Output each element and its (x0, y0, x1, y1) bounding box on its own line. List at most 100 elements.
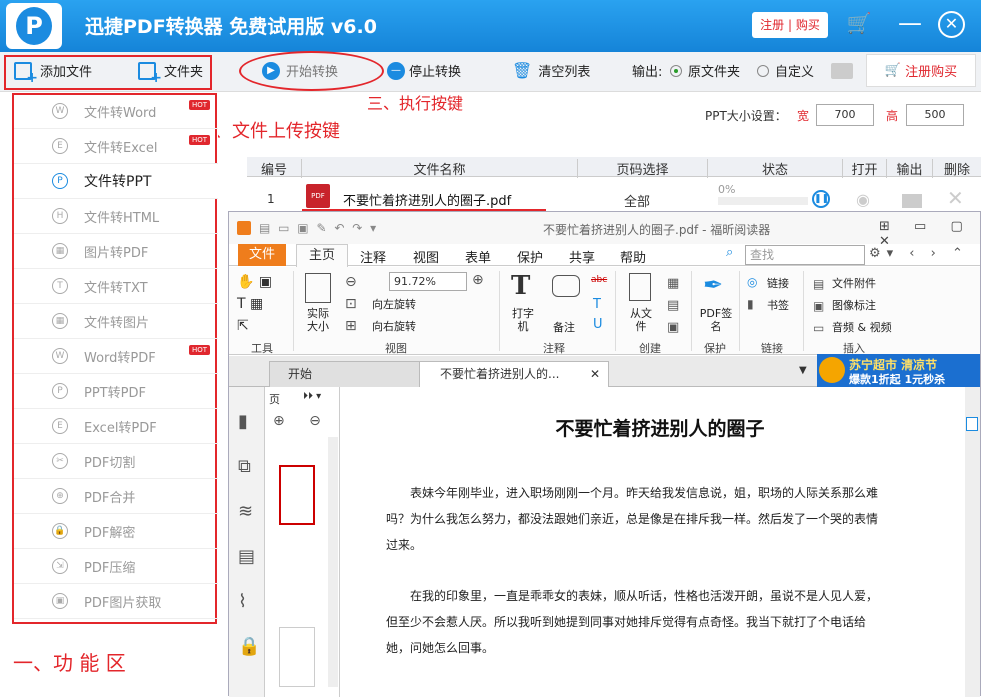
paragraph-1: 表妹今年刚毕业，进入职场刚刚一个月。昨天给我发信息说，姐，职场的人际关系那么难吗… (386, 486, 879, 552)
output-custom-radio[interactable]: 自定义 (757, 61, 814, 80)
trash-icon: 🗑 (512, 61, 533, 80)
sidebar-item[interactable]: ▣ PDF图片获取 (14, 584, 218, 619)
actual-size-icon[interactable] (305, 273, 331, 303)
scroll-thumb[interactable] (966, 417, 978, 431)
menu-view[interactable]: 视图 (413, 247, 439, 266)
cart-icon[interactable]: 🛒 (842, 10, 876, 36)
page-selection[interactable]: 全部 (624, 191, 650, 210)
reader-title: 不要忙着挤进别人的圈子.pdf - 福昕阅读器 (543, 223, 771, 237)
height-input[interactable]: 500 (906, 104, 964, 126)
tab-start[interactable]: 开始 (269, 361, 421, 387)
width-input[interactable]: 700 (816, 104, 874, 126)
col-output: 输出 (886, 159, 932, 178)
sidebar-item-label: PDF解密 (84, 525, 136, 541)
execute-highlight-ellipse (239, 51, 384, 91)
minimize-icon[interactable]: — (893, 10, 927, 36)
page-thumbnail-2[interactable] (279, 627, 315, 687)
sidebar-item[interactable]: ⊕ PDF合并 (14, 479, 218, 514)
group-link: 链接 (761, 342, 783, 355)
markup-icons[interactable]: TU (593, 295, 603, 335)
buy-button[interactable]: 🛒 注册购买 (866, 54, 976, 87)
typewriter-button[interactable]: 打字机 (511, 307, 535, 333)
tab-close-icon[interactable]: ✕ (590, 362, 600, 386)
sidebar-item[interactable]: ▦ 文件转图片 (14, 304, 218, 339)
tool-icons[interactable]: ✋ ▣ T ▦ ⇱ (237, 271, 272, 337)
sidebar-item[interactable]: ✂ PDF切割 (14, 444, 218, 479)
pdf-sign-button[interactable]: PDF签名 (698, 307, 734, 333)
rotate-right-button[interactable]: 向右旋转 (372, 318, 416, 334)
radio-selected-icon (670, 64, 682, 77)
sidebar-item[interactable]: H 文件转HTML (14, 199, 218, 234)
zoom-in-icon[interactable]: ⊕ (472, 272, 484, 288)
from-file-icon[interactable] (629, 273, 651, 301)
sidebar-item[interactable]: P 文件转PPT (14, 164, 218, 199)
panel-icons[interactable]: ▮ ⧉ ≋ ▤ ⌇ 🔒 (238, 399, 260, 669)
output-label: 输出: (632, 65, 663, 80)
page-thumbnail-1[interactable] (279, 465, 315, 525)
function-annotation: 一、功 能 区 (13, 651, 126, 675)
settings-icon[interactable]: ⚙▾ ‹ › ⌃ (869, 246, 969, 261)
pdf-file-icon: PDF (306, 184, 330, 208)
title-bar: P 迅捷PDF转换器 免费试用版 v6.0 注册 | 购买 🛒 — ✕ (0, 0, 981, 52)
hot-badge: HOT (188, 345, 210, 355)
eye-icon[interactable]: ◉ (856, 190, 870, 209)
register-buy-button[interactable]: 注册 | 购买 (752, 12, 828, 38)
menu-protect[interactable]: 保护 (517, 247, 543, 266)
stop-convert-button[interactable]: — 停止转换 (387, 61, 461, 80)
tab-document[interactable]: 不要忙着挤进别人的... ✕ (419, 361, 609, 387)
menu-help[interactable]: 帮助 (620, 247, 646, 266)
menu-form[interactable]: 表单 (465, 247, 491, 266)
col-index: 编号 (260, 163, 287, 178)
pause-icon[interactable]: ❚❚ (812, 190, 830, 208)
menu-home[interactable]: 主页 (296, 244, 348, 267)
delete-icon[interactable]: ✕ (947, 186, 964, 210)
sidebar-item[interactable]: ▦ 图片转PDF (14, 234, 218, 269)
actual-size-button[interactable]: 实际大小 (305, 307, 331, 333)
ad-banner[interactable]: 苏宁超市 清凉节 爆款1折起 1元秒杀 (817, 354, 980, 387)
typewriter-icon[interactable]: T (511, 271, 530, 301)
menu-comment[interactable]: 注释 (360, 247, 386, 266)
thumb-scrollbar[interactable] (328, 437, 338, 687)
rotate-left-button[interactable]: 向左旋转 (372, 296, 416, 312)
sidebar-item[interactable]: ⇲ PDF压缩 (14, 549, 218, 584)
document-scrollbar[interactable] (965, 387, 980, 697)
image-mark-button[interactable]: 图像标注 (832, 297, 876, 313)
create-icons[interactable]: ▦ ▤ ▣ (667, 273, 679, 339)
sidebar-item-label: 文件转Excel (84, 140, 158, 156)
folder-icon[interactable] (831, 63, 853, 79)
note-icon[interactable] (552, 275, 580, 297)
sidebar-item[interactable]: E Excel转PDF (14, 409, 218, 444)
from-file-button[interactable]: 从文件 (629, 307, 653, 333)
sidebar-item[interactable]: 🔒 PDF解密 (14, 514, 218, 549)
clear-list-button[interactable]: 🗑 清空列表 (512, 61, 590, 80)
menu-file[interactable]: 文件 (238, 244, 286, 266)
zoom-select[interactable]: 91.72% (389, 272, 467, 291)
tab-dropdown-icon[interactable]: ▼ (799, 365, 807, 376)
zoom-icons[interactable]: ⊖ ⊡ ⊞ (345, 271, 357, 337)
output-original-radio[interactable]: 原文件夹 (670, 61, 740, 80)
link-button[interactable]: 链接 (767, 275, 789, 291)
note-button[interactable]: 备注 (553, 319, 575, 335)
menu-share[interactable]: 共享 (569, 247, 595, 266)
bookmark-button[interactable]: 书签 (767, 297, 789, 313)
sidebar-item-label: 文件转Word (84, 105, 157, 121)
sidebar-item[interactable]: W 文件转Word HOT (14, 94, 218, 129)
table-row[interactable]: 1 PDF 不要忙着挤进别人的圈子.pdf 全部 0% ❚❚ ◉ ✕ (247, 178, 981, 212)
output-folder-icon[interactable] (902, 194, 922, 208)
audio-video-button[interactable]: 音频 & 视频 (832, 319, 892, 335)
sidebar-item[interactable]: E 文件转Excel HOT (14, 129, 218, 164)
group-comment: 注释 (543, 342, 565, 355)
sidebar-item[interactable]: P PPT转PDF (14, 374, 218, 409)
close-icon[interactable]: ✕ (938, 11, 965, 38)
file-attach-button[interactable]: 文件附件 (832, 275, 876, 291)
sidebar-item[interactable]: W Word转PDF HOT (14, 339, 218, 374)
hot-badge: HOT (188, 135, 210, 145)
thumb-zoom-icons[interactable]: ⊕ ⊖ (273, 413, 331, 429)
quick-access-icons[interactable]: ▤ ▭ ▣ ✎ ↶ ↷ ▾ (259, 221, 378, 235)
abc-icon[interactable]: abc (591, 275, 607, 285)
search-input[interactable]: 查找 (745, 245, 865, 265)
thumb-menu-icon[interactable]: ⏵⏵ ▾ (303, 391, 321, 402)
find-icon[interactable]: ⌕ (726, 245, 733, 260)
pdf-sign-icon[interactable]: ✒ (703, 271, 723, 299)
sidebar-item[interactable]: T 文件转TXT (14, 269, 218, 304)
